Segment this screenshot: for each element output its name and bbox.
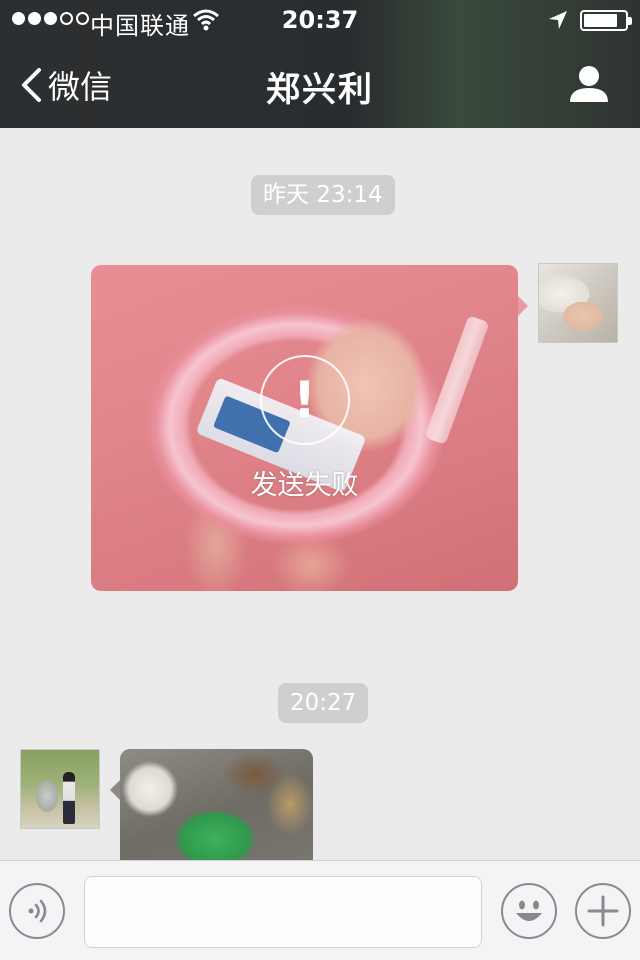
timestamp-label: 昨天 23:14 <box>251 175 395 215</box>
more-button[interactable] <box>575 883 631 939</box>
emoji-icon <box>516 900 542 921</box>
message-input[interactable] <box>84 876 482 948</box>
plus-icon <box>587 895 619 927</box>
bubble-tail <box>110 780 120 800</box>
send-failed-overlay[interactable]: ! 发送失败 <box>91 265 518 591</box>
nav-bar: 微信 郑兴利 <box>0 40 640 128</box>
status-bar: 中国联通 20:37 <box>0 0 640 40</box>
chat-title: 郑兴利 <box>266 70 374 110</box>
alert-icon: ! <box>259 354 350 445</box>
status-time: 20:37 <box>281 6 359 34</box>
received-image-message[interactable] <box>120 749 313 860</box>
location-arrow-icon <box>548 10 568 34</box>
items-photo <box>120 749 313 860</box>
top-bar: 中国联通 20:37 微信 郑兴利 <box>0 0 640 128</box>
timestamp-label: 20:27 <box>278 683 369 723</box>
person-icon <box>570 66 608 102</box>
battery-level <box>584 14 618 27</box>
emoji-button[interactable] <box>501 883 557 939</box>
bubble-tail <box>518 296 528 316</box>
contact-avatar[interactable] <box>20 749 100 829</box>
sent-image-message[interactable]: ! 发送失败 <box>91 265 518 591</box>
send-failed-label: 发送失败 <box>250 469 359 501</box>
my-avatar[interactable] <box>538 263 618 343</box>
input-bar <box>0 860 640 960</box>
voice-icon <box>28 899 47 923</box>
battery-icon <box>580 10 632 31</box>
chat-message-list[interactable]: 昨天 23:14 ! 发送失败 20:27 <box>0 128 640 860</box>
profile-button[interactable] <box>568 64 610 108</box>
voice-button[interactable] <box>9 883 65 939</box>
